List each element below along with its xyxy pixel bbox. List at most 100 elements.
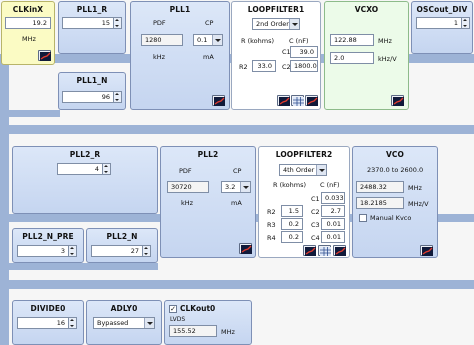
pll1-cp-unit: mA (203, 53, 214, 61)
manual-kvco-label: Manual Kvco (370, 214, 412, 222)
pll2-n-pre-input[interactable]: 3 (17, 245, 69, 257)
adly0-block: ADLY0 Bypassed (86, 300, 162, 345)
clkout0-block: ✓ CLKout0 LVDS 155.52 MHz (164, 300, 252, 345)
loopfilter1-r2-input[interactable]: 33.0 (252, 60, 276, 72)
chevron-down-icon (240, 182, 250, 192)
vcxo-block: VCXO 122.88 MHz 2.0 kHz/V (324, 1, 409, 110)
clkinx-plot-button[interactable] (38, 50, 51, 61)
vco-plot-button[interactable] (420, 245, 433, 256)
loopfilter2-c4-label: C4 (311, 234, 320, 242)
loopfilter2-title: LOOPFILTER2 (275, 150, 333, 159)
vco-title: VCO (386, 150, 404, 159)
loopfilter2-r3-input[interactable]: 0.2 (281, 218, 303, 230)
vco-freq-unit: MHz (408, 184, 422, 192)
loopfilter2-c-header: C (nF) (320, 181, 340, 189)
pll2-r-input[interactable]: 4 (57, 163, 103, 175)
loopfilter2-r3-label: R3 (267, 221, 276, 229)
oscout-div-block: OSCout_DIV 1 (411, 1, 473, 54)
divide0-spinner[interactable] (69, 317, 77, 329)
pll2-n-pre-spinner[interactable] (69, 245, 77, 257)
vcxo-freq-input[interactable]: 122.88 (330, 34, 374, 46)
loopfilter1-order-select[interactable]: 2nd Order (252, 18, 300, 30)
scope-icon (393, 97, 404, 106)
vcxo-gain-unit: kHz/V (378, 55, 397, 63)
adly0-mode-select[interactable]: Bypassed (93, 317, 155, 329)
loopfilter1-table-button[interactable] (291, 95, 304, 106)
pll1-plot-button[interactable] (212, 95, 225, 106)
pll1-r-input[interactable]: 15 (62, 17, 114, 29)
clkout0-enable-checkbox[interactable]: ✓ (169, 305, 177, 313)
vco-freq-value: 2488.32 (356, 181, 404, 193)
pll2-n-spinner[interactable] (143, 245, 151, 257)
clkinx-input[interactable]: 19.2 (5, 17, 51, 29)
pll2-n-pre-title: PLL2_N_PRE (22, 232, 74, 241)
loopfilter2-plot-button[interactable] (303, 245, 316, 256)
loopfilter2-order: 4th Order (283, 166, 315, 174)
loopfilter2-c1-input[interactable]: 0.033 (321, 192, 345, 204)
loopfilter2-r4-label: R4 (267, 234, 276, 242)
bus-left-vertical (0, 54, 9, 345)
loopfilter2-c4-input[interactable]: 0.01 (321, 231, 345, 243)
vcxo-gain-input[interactable]: 2.0 (330, 52, 374, 64)
pll2-n-title: PLL2_N (106, 232, 138, 241)
scope-icon (40, 52, 51, 61)
pll1-r-spinner[interactable] (114, 17, 122, 29)
pll2-plot-button[interactable] (239, 243, 252, 254)
pll1-title: PLL1 (169, 5, 191, 14)
bus-pll2-n (0, 263, 158, 270)
pll2-n-block: PLL2_N 27 (86, 228, 158, 263)
loopfilter2-c2-input[interactable]: 2.7 (321, 205, 345, 217)
loopfilter1-r2-label: R2 (239, 63, 248, 71)
clkout0-format: LVDS (170, 316, 186, 323)
loopfilter2-order-select[interactable]: 4th Order (279, 164, 327, 176)
pll2-cp-select[interactable]: 3.2 (221, 181, 251, 193)
loopfilter2-r2-input[interactable]: 1.5 (281, 205, 303, 217)
loopfilter2-r4-input[interactable]: 0.2 (281, 231, 303, 243)
pll2-cp-value: 3.2 (225, 183, 236, 191)
loopfilter2-c1-label: C1 (311, 195, 320, 203)
pll2-pdf-unit: kHz (181, 199, 194, 207)
pll2-n-input[interactable]: 27 (91, 245, 143, 257)
adly0-title: ADLY0 (110, 304, 138, 313)
oscout-div-input[interactable]: 1 (416, 17, 462, 29)
pll1-n-input[interactable]: 96 (62, 91, 114, 103)
pll1-block: PLL1 PDF CP 1280 0.1 kHz mA (130, 1, 230, 110)
pll1-r-block: PLL1_R 15 (58, 1, 126, 54)
pll1-n-spinner[interactable] (114, 91, 122, 103)
loopfilter1-c2-input[interactable]: 1800.0 (290, 60, 318, 72)
loopfilter2-c3-input[interactable]: 0.01 (321, 218, 345, 230)
pll2-r-spinner[interactable] (103, 163, 111, 175)
pll2-block: PLL2 PDF CP 30720 3.2 kHz mA (160, 146, 256, 258)
adly0-mode: Bypassed (97, 319, 129, 327)
vcxo-title: VCXO (354, 5, 379, 14)
pll1-cp-value: 0.1 (197, 36, 208, 44)
pll2-n-pre-block: PLL2_N_PRE 3 (12, 228, 84, 263)
pll1-pdf-unit: kHz (153, 53, 166, 61)
pll2-r-block: PLL2_R 4 (12, 146, 158, 214)
clkinx-block: CLKinX 19.2 MHz (1, 1, 55, 65)
loopfilter1-c1-input[interactable]: 39.0 (290, 46, 318, 58)
clkinx-title: CLKinX (12, 5, 44, 14)
scope-icon (241, 245, 252, 254)
oscout-div-title: OSCout_DIV (416, 5, 468, 14)
scope-icon (305, 247, 316, 256)
pll1-cp-select[interactable]: 0.1 (193, 34, 223, 46)
loopfilter2-block: LOOPFILTER2 4th Order R (kohms) C (nF) C… (258, 146, 350, 258)
clkout0-title: CLKout0 (180, 304, 216, 313)
vcxo-freq-unit: MHz (378, 37, 392, 45)
bus-outputs (0, 280, 474, 289)
pll2-title: PLL2 (197, 150, 219, 159)
loopfilter2-table-button[interactable] (318, 245, 331, 256)
divide0-input[interactable]: 16 (17, 317, 69, 329)
bus-mid (0, 125, 474, 134)
vcxo-plot-button[interactable] (391, 95, 404, 106)
vco-range: 2370.0 to 2600.0 (367, 166, 424, 174)
loopfilter1-c-header: C (nF) (289, 37, 309, 45)
loopfilter1-plot-button[interactable] (277, 95, 290, 106)
manual-kvco-checkbox[interactable] (359, 214, 367, 222)
loopfilter2-plot2-button[interactable] (333, 245, 346, 256)
vco-gain-value: 18.2185 (356, 197, 404, 209)
oscout-div-spinner[interactable] (462, 17, 470, 29)
loopfilter1-plot2-button[interactable] (305, 95, 318, 106)
clkout0-freq-value: 155.52 (169, 325, 217, 337)
